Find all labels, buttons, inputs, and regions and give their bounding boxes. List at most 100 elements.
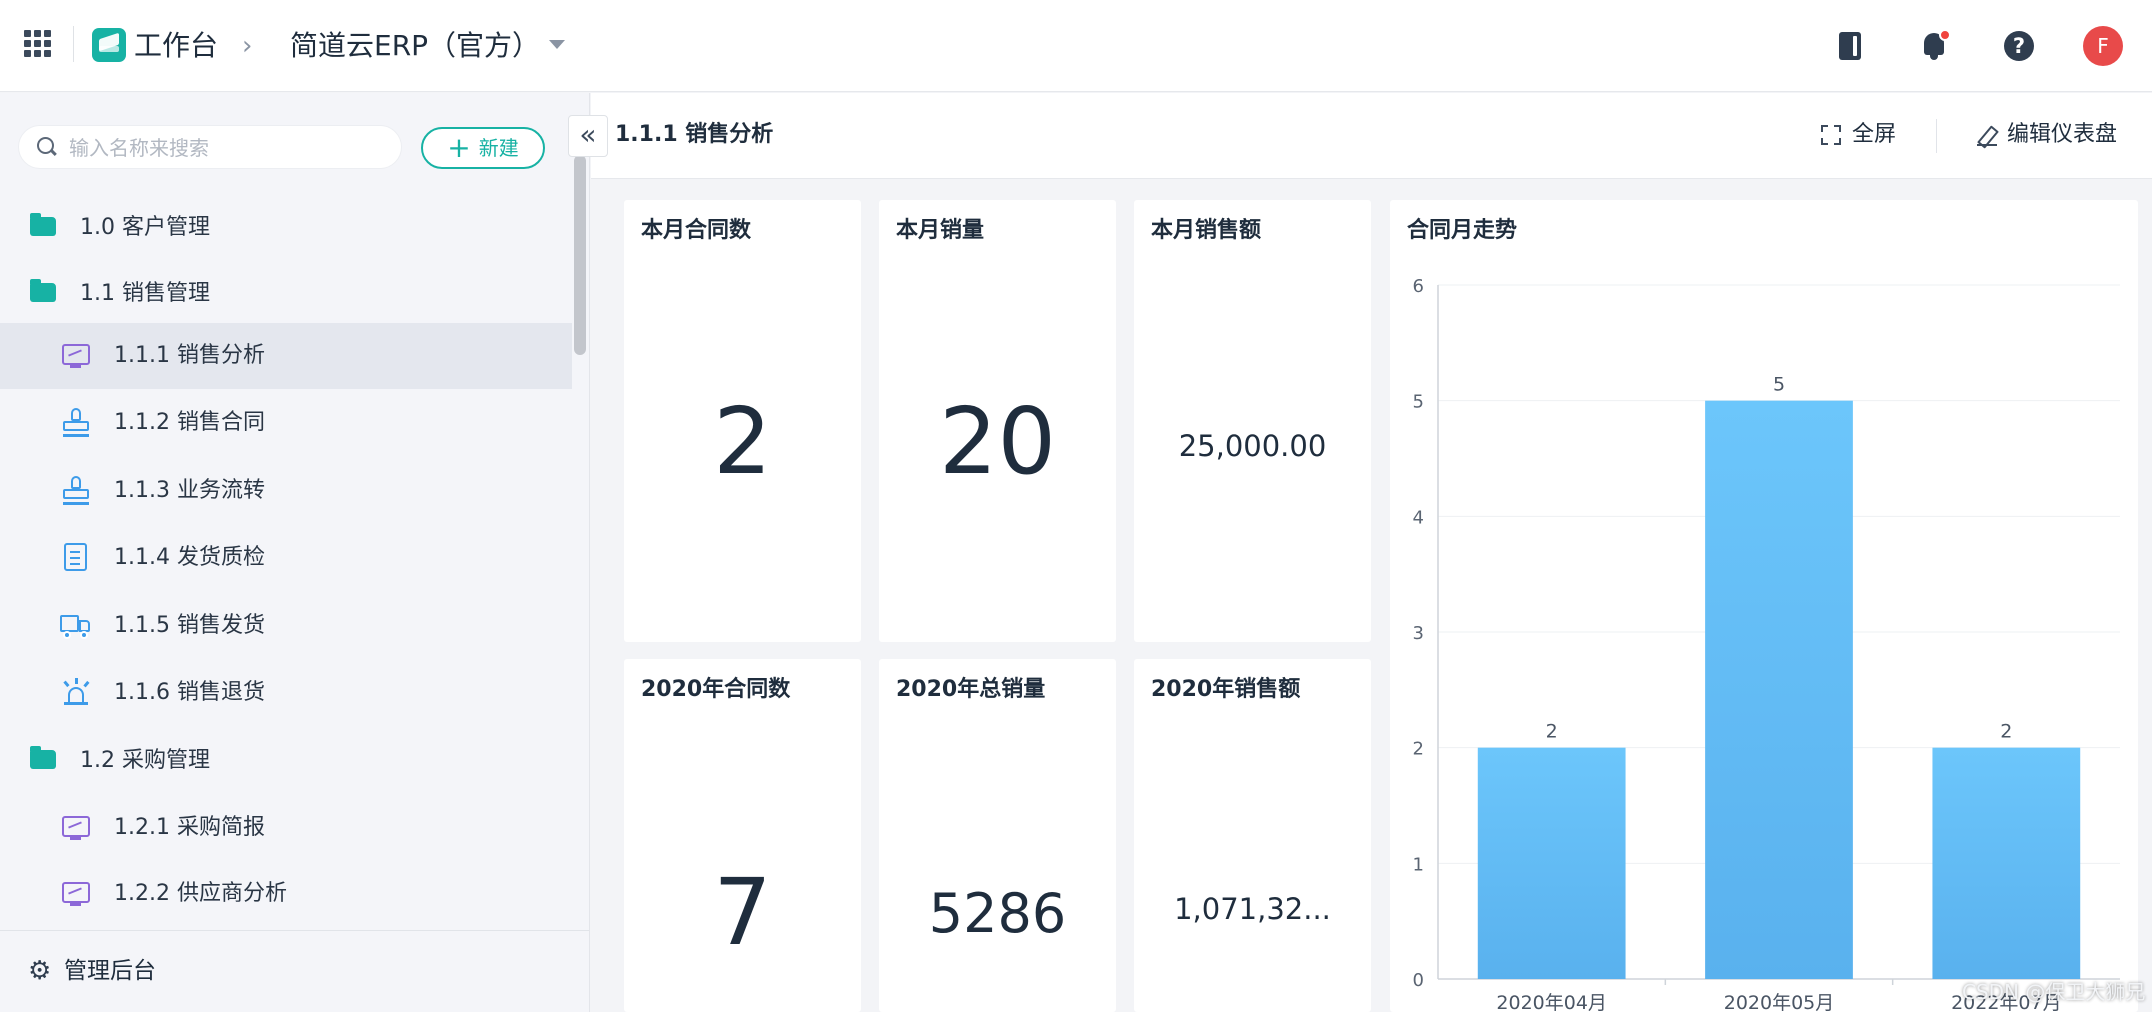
sidebar-item-label: 1.1.1 销售分析 bbox=[114, 343, 265, 368]
search-icon bbox=[37, 137, 57, 157]
new-button[interactable]: + 新建 bbox=[421, 127, 545, 169]
chart-x-tick-label: 2020年05月 bbox=[1724, 992, 1835, 1012]
kpi-card-value: 5286 bbox=[928, 882, 1067, 945]
chart-y-tick-label: 2 bbox=[1413, 739, 1424, 760]
sidebar-item-label: 1.1.3 业务流转 bbox=[114, 478, 265, 503]
sidebar-item-sales-management[interactable]: 1.1 销售管理 bbox=[0, 261, 572, 327]
sidebar-item-sales-analysis[interactable]: 1.1.1 销售分析 bbox=[0, 323, 572, 389]
new-button-label: 新建 bbox=[478, 136, 519, 160]
truck-icon bbox=[60, 615, 92, 639]
chart-y-tick-label: 4 bbox=[1413, 507, 1424, 528]
sidebar-item-business-flow[interactable]: 1.1.3 业务流转 bbox=[0, 458, 572, 524]
watermark: CSDN @保卫大狮兄 bbox=[1962, 980, 2146, 1004]
contract-trend-chart-card[interactable]: 合同月走势 0 1 2 3 4 5 6 2 2020年04月 5 2020年05月 2 2022年07月 bbox=[1390, 200, 2138, 1012]
chart-y-tick-label: 3 bbox=[1413, 623, 1424, 644]
chart-data-label: 2 bbox=[2000, 721, 2012, 743]
notification-bell-icon[interactable] bbox=[1914, 26, 1954, 66]
kpi-card-title: 2020年总销量 bbox=[896, 677, 1046, 702]
chart-data-label: 5 bbox=[1773, 374, 1785, 396]
sidebar-item-sales-return[interactable]: 1.1.6 销售退货 bbox=[0, 660, 572, 726]
alarm-icon bbox=[62, 678, 90, 708]
sidebar-item-sales-contract[interactable]: 1.1.2 销售合同 bbox=[0, 390, 572, 456]
chart-bar bbox=[1477, 747, 1626, 979]
kpi-card-title: 本月合同数 bbox=[641, 218, 752, 243]
sidebar-item-label: 1.2 采购管理 bbox=[80, 748, 210, 773]
chart-bar bbox=[1932, 747, 2081, 979]
admin-console-button[interactable]: ⚙ 管理后台 bbox=[0, 930, 589, 1012]
chevron-right-icon: › bbox=[242, 31, 253, 61]
sidebar-item-label: 1.1 销售管理 bbox=[80, 281, 210, 306]
folder-icon bbox=[30, 213, 56, 236]
kpi-card-title: 本月销售额 bbox=[1151, 218, 1262, 243]
chart-y-tick-label: 5 bbox=[1413, 392, 1424, 413]
help-icon[interactable]: ? bbox=[1999, 26, 2039, 66]
admin-console-label: 管理后台 bbox=[64, 958, 156, 984]
app-dropdown-caret-icon[interactable] bbox=[549, 40, 565, 49]
kpi-card-month-contracts[interactable]: 本月合同数 2 bbox=[624, 200, 861, 642]
sidebar: + 新建 1.0 客户管理 1.1 销售管理 1.1.1 销售分析 1.1.2 销… bbox=[0, 93, 590, 1012]
sidebar-scrollbar[interactable] bbox=[574, 155, 586, 355]
top-bar: 工作台 › 简道云ERP（官方） ? F bbox=[0, 0, 2152, 92]
dashboard-monitor-icon bbox=[62, 882, 90, 906]
top-divider bbox=[73, 26, 74, 62]
sidebar-item-supplier-analysis[interactable]: 1.2.2 供应商分析 bbox=[0, 861, 572, 927]
search-input[interactable] bbox=[69, 134, 389, 162]
chart-y-tick-label: 0 bbox=[1413, 970, 1424, 991]
stamp-icon bbox=[62, 476, 90, 506]
app-title[interactable]: 简道云ERP（官方） bbox=[290, 26, 540, 66]
sidebar-item-purchase-brief[interactable]: 1.2.1 采购简报 bbox=[0, 795, 572, 861]
sidebar-item-shipping-inspection[interactable]: 1.1.4 发货质检 bbox=[0, 525, 572, 591]
sidebar-item-sales-shipping[interactable]: 1.1.5 销售发货 bbox=[0, 593, 572, 659]
sidebar-item-label: 1.2.2 供应商分析 bbox=[114, 881, 287, 906]
stamp-icon bbox=[62, 408, 90, 438]
kpi-card-value: 2 bbox=[713, 388, 772, 495]
page-title: 1.1.1 销售分析 bbox=[615, 122, 774, 147]
workspace-title[interactable]: 工作台 bbox=[134, 26, 218, 66]
fullscreen-icon bbox=[1821, 125, 1841, 145]
kpi-card-title: 本月销量 bbox=[896, 218, 985, 243]
sidebar-item-purchase-management[interactable]: 1.2 采购管理 bbox=[0, 728, 572, 794]
user-avatar[interactable]: F bbox=[2083, 26, 2123, 66]
kpi-card-year-volume[interactable]: 2020年总销量 5286 bbox=[879, 659, 1116, 1012]
sidebar-item-label: 1.1.6 销售退货 bbox=[114, 680, 265, 705]
folder-icon bbox=[30, 279, 56, 302]
chart-x-tick-label: 2020年04月 bbox=[1496, 992, 1607, 1012]
kpi-card-value: 20 bbox=[938, 388, 1057, 495]
chart-bar bbox=[1705, 400, 1853, 979]
dashboard-monitor-icon bbox=[62, 816, 90, 840]
search-box[interactable] bbox=[18, 125, 402, 169]
workspace-logo-icon[interactable] bbox=[92, 28, 126, 62]
document-icon bbox=[64, 543, 87, 571]
collapse-sidebar-button[interactable]: « bbox=[568, 115, 608, 157]
kpi-card-value: 1,071,32... bbox=[1174, 892, 1331, 926]
sidebar-item-label: 1.0 客户管理 bbox=[80, 215, 210, 240]
gear-icon: ⚙ bbox=[28, 956, 52, 986]
kpi-card-year-revenue[interactable]: 2020年销售额 1,071,32... bbox=[1134, 659, 1371, 1012]
kpi-card-month-revenue[interactable]: 本月销售额 25,000.00 bbox=[1134, 200, 1371, 642]
dashboard-monitor-icon bbox=[62, 344, 90, 368]
contract-trend-chart: 012345622020年04月52020年05月22022年07月 bbox=[1413, 276, 2120, 1012]
sidebar-item-label: 1.1.2 销售合同 bbox=[114, 410, 265, 435]
chart-y-tick-label: 6 bbox=[1413, 276, 1424, 297]
fullscreen-label: 全屏 bbox=[1852, 122, 1897, 147]
kpi-card-month-volume[interactable]: 本月销量 20 bbox=[879, 200, 1116, 642]
kpi-card-value: 25,000.00 bbox=[1178, 429, 1327, 463]
dashboard-header: 1.1.1 销售分析 全屏 编辑仪表盘 bbox=[591, 93, 2152, 179]
sidebar-item-label: 1.2.1 采购简报 bbox=[114, 815, 265, 840]
header-divider bbox=[1936, 119, 1937, 153]
kpi-card-value: 7 bbox=[713, 859, 772, 966]
chart-y-tick-label: 1 bbox=[1413, 854, 1424, 875]
pencil-icon bbox=[1977, 126, 1997, 146]
sidebar-item-label: 1.1.5 销售发货 bbox=[114, 613, 265, 638]
sidebar-item-customer-management[interactable]: 1.0 客户管理 bbox=[0, 195, 572, 261]
kpi-card-title: 2020年销售额 bbox=[1151, 677, 1301, 702]
edit-dashboard-label: 编辑仪表盘 bbox=[2007, 122, 2118, 147]
kpi-card-title: 2020年合同数 bbox=[641, 677, 791, 702]
plus-icon: + bbox=[447, 131, 471, 164]
chart-data-label: 2 bbox=[1546, 721, 1558, 743]
sidebar-item-label: 1.1.4 发货质检 bbox=[114, 545, 265, 570]
notebook-icon[interactable] bbox=[1830, 26, 1870, 66]
notification-dot bbox=[1939, 29, 1951, 41]
app-grid-icon[interactable] bbox=[24, 30, 52, 58]
kpi-card-year-contracts[interactable]: 2020年合同数 7 bbox=[624, 659, 861, 1012]
